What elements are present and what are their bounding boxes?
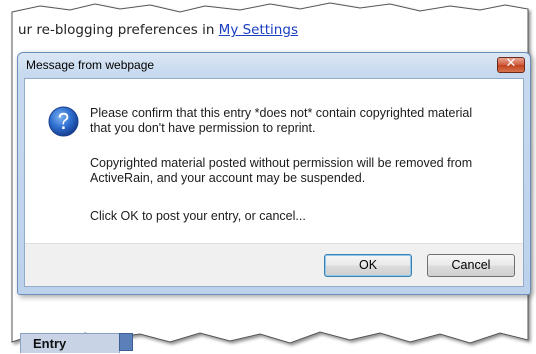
message-line: Copyrighted material posted without perm… bbox=[90, 156, 473, 170]
message-paragraph-3: Click OK to post your entry, or cancel..… bbox=[90, 209, 510, 224]
question-icon bbox=[48, 106, 79, 137]
close-icon: ✕ bbox=[505, 56, 517, 71]
dialog-body: Please confirm that this entry *does not… bbox=[24, 78, 524, 287]
my-settings-link[interactable]: My Settings bbox=[219, 22, 298, 38]
dialog-button-bar: OK Cancel bbox=[25, 243, 523, 286]
preferences-text: ur re-blogging preferences in My Setting… bbox=[18, 22, 298, 38]
message-paragraph-1: Please confirm that this entry *does not… bbox=[90, 106, 510, 136]
cancel-button[interactable]: Cancel bbox=[427, 254, 515, 277]
close-button[interactable]: ✕ bbox=[497, 56, 525, 73]
message-paragraph-2: Copyrighted material posted without perm… bbox=[90, 156, 510, 186]
preferences-prefix: ur re-blogging preferences in bbox=[18, 22, 219, 38]
dialog-title-bar[interactable]: Message from webpage ✕ bbox=[18, 53, 530, 78]
message-line: that you don't have permission to reprin… bbox=[90, 121, 316, 135]
message-dialog: Message from webpage ✕ Please confirm th… bbox=[17, 52, 531, 295]
message-line: ActiveRain, and your account may be susp… bbox=[90, 171, 366, 185]
message-line: Click OK to post your entry, or cancel..… bbox=[90, 209, 306, 223]
message-line: Please confirm that this entry *does not… bbox=[90, 106, 473, 120]
dialog-content: Please confirm that this entry *does not… bbox=[25, 79, 523, 247]
dialog-title: Message from webpage bbox=[26, 58, 155, 72]
tab-arrow-icon[interactable] bbox=[119, 333, 133, 351]
ok-button[interactable]: OK bbox=[324, 254, 412, 277]
entry-tab[interactable]: Entry bbox=[20, 333, 120, 353]
